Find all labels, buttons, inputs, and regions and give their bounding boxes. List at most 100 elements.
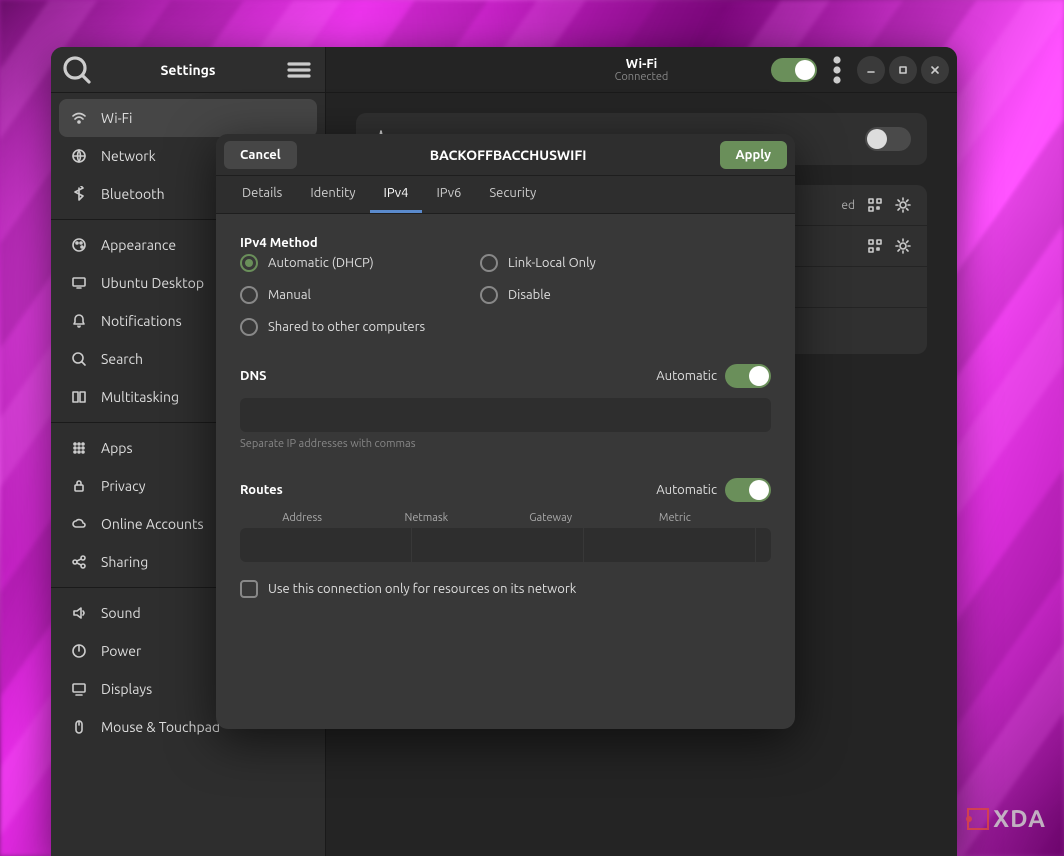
routes-header-gateway: Gateway — [489, 512, 613, 528]
network-icon — [71, 148, 87, 164]
privacy-icon — [71, 478, 87, 494]
dns-input[interactable] — [240, 398, 771, 432]
header-title-block: Wi-Fi Connected — [615, 57, 669, 83]
dns-automatic-label: Automatic — [656, 369, 717, 383]
wifi-connected-badge: ed — [841, 199, 855, 212]
tab-ipv4[interactable]: IPv4 — [370, 176, 423, 213]
route-metric-input[interactable] — [756, 528, 771, 562]
xda-logo-icon — [967, 808, 989, 830]
sidebar-item-label: Apps — [101, 440, 133, 456]
desktop-icon — [71, 275, 87, 291]
sidebar-search-button[interactable] — [61, 54, 93, 86]
dns-hint: Separate IP addresses with commas — [240, 438, 771, 450]
header-subtitle: Connected — [615, 71, 669, 83]
routes-automatic-toggle[interactable] — [725, 478, 771, 502]
more-vertical-icon — [821, 54, 853, 86]
connection-only-checkbox[interactable] — [240, 580, 258, 598]
bluetooth-icon — [71, 186, 87, 202]
hamburger-icon — [283, 54, 315, 86]
dialog-title: BACKOFFBACCHUSWIFI — [297, 147, 720, 163]
bell-icon — [71, 313, 87, 329]
search-icon — [71, 351, 87, 367]
maximize-icon — [898, 65, 908, 75]
sidebar-item-wi-fi[interactable]: Wi-Fi — [59, 99, 317, 137]
ipv4-method-label: IPv4 Method — [240, 236, 360, 250]
routes-label: Routes — [240, 483, 656, 497]
window-minimize-button[interactable] — [857, 56, 885, 84]
xda-text: XDA — [993, 805, 1046, 832]
network-settings-dialog: Cancel BACKOFFBACCHUSWIFI Apply DetailsI… — [216, 134, 795, 729]
header-title: Wi-Fi — [615, 57, 669, 71]
routes-row — [240, 528, 771, 562]
route-address-input[interactable] — [240, 528, 412, 562]
power-icon — [71, 643, 87, 659]
sidebar-item-label: Multitasking — [101, 389, 179, 405]
route-gateway-input[interactable] — [584, 528, 756, 562]
xda-watermark: XDA — [967, 805, 1046, 832]
wifi-toggle[interactable] — [771, 58, 817, 82]
sidebar-item-label: Search — [101, 351, 143, 367]
sidebar-title: Settings — [93, 62, 283, 78]
routes-header-netmask: Netmask — [364, 512, 488, 528]
routes-table: AddressNetmaskGatewayMetric — [240, 512, 771, 562]
gear-icon[interactable] — [895, 197, 911, 213]
radio-label: Shared to other computers — [268, 320, 425, 334]
tab-details[interactable]: Details — [228, 176, 296, 213]
sidebar-item-label: Bluetooth — [101, 186, 165, 202]
sharing-icon — [71, 554, 87, 570]
radio-label: Link-Local Only — [508, 256, 596, 270]
dns-automatic-toggle[interactable] — [725, 364, 771, 388]
dns-label: DNS — [240, 369, 656, 383]
ipv4-method-link-local-only[interactable]: Link-Local Only — [480, 254, 660, 272]
cancel-button[interactable]: Cancel — [224, 141, 297, 169]
routes-header-address: Address — [240, 512, 364, 528]
ipv4-method-disable[interactable]: Disable — [480, 286, 660, 304]
search-icon — [61, 54, 93, 86]
apps-icon — [71, 440, 87, 456]
qr-icon[interactable] — [867, 238, 883, 254]
mouse-icon — [71, 719, 87, 735]
tab-security[interactable]: Security — [475, 176, 550, 213]
sidebar-item-label: Sound — [101, 605, 141, 621]
connection-only-label: Use this connection only for resources o… — [268, 582, 576, 596]
qr-icon[interactable] — [867, 197, 883, 213]
sidebar-item-label: Online Accounts — [101, 516, 204, 532]
appearance-icon — [71, 237, 87, 253]
airplane-toggle[interactable] — [865, 127, 911, 151]
route-netmask-input[interactable] — [412, 528, 584, 562]
sidebar-item-label: Wi-Fi — [101, 110, 132, 126]
tab-ipv6[interactable]: IPv6 — [422, 176, 475, 213]
dialog-tabs: DetailsIdentityIPv4IPv6Security — [216, 176, 795, 214]
sidebar-item-label: Notifications — [101, 313, 182, 329]
radio-icon — [240, 286, 258, 304]
tab-identity[interactable]: Identity — [296, 176, 369, 213]
connection-only-checkbox-row[interactable]: Use this connection only for resources o… — [240, 580, 771, 598]
wifi-icon — [71, 110, 87, 126]
radio-label: Automatic (DHCP) — [268, 256, 374, 270]
window-maximize-button[interactable] — [889, 56, 917, 84]
radio-icon — [240, 318, 258, 336]
sidebar-item-label: Appearance — [101, 237, 176, 253]
window-close-button[interactable] — [921, 56, 949, 84]
routes-header-metric: Metric — [613, 512, 737, 528]
close-icon — [930, 65, 940, 75]
sidebar-item-label: Network — [101, 148, 156, 164]
multitasking-icon — [71, 389, 87, 405]
radio-icon — [240, 254, 258, 272]
dialog-header: Cancel BACKOFFBACCHUSWIFI Apply — [216, 134, 795, 176]
apply-button[interactable]: Apply — [720, 141, 787, 169]
radio-label: Disable — [508, 288, 551, 302]
header-more-button[interactable] — [821, 54, 853, 86]
displays-icon — [71, 681, 87, 697]
sidebar-menu-button[interactable] — [283, 54, 315, 86]
ipv4-method-manual[interactable]: Manual — [240, 286, 480, 304]
ipv4-method-automatic-dhcp-[interactable]: Automatic (DHCP) — [240, 254, 480, 272]
routes-automatic-label: Automatic — [656, 483, 717, 497]
ipv4-method-shared-to-other-computers[interactable]: Shared to other computers — [240, 318, 660, 336]
radio-icon — [480, 254, 498, 272]
gear-icon[interactable] — [895, 238, 911, 254]
cloud-icon — [71, 516, 87, 532]
sound-icon — [71, 605, 87, 621]
sidebar-item-label: Ubuntu Desktop — [101, 275, 204, 291]
radio-label: Manual — [268, 288, 311, 302]
